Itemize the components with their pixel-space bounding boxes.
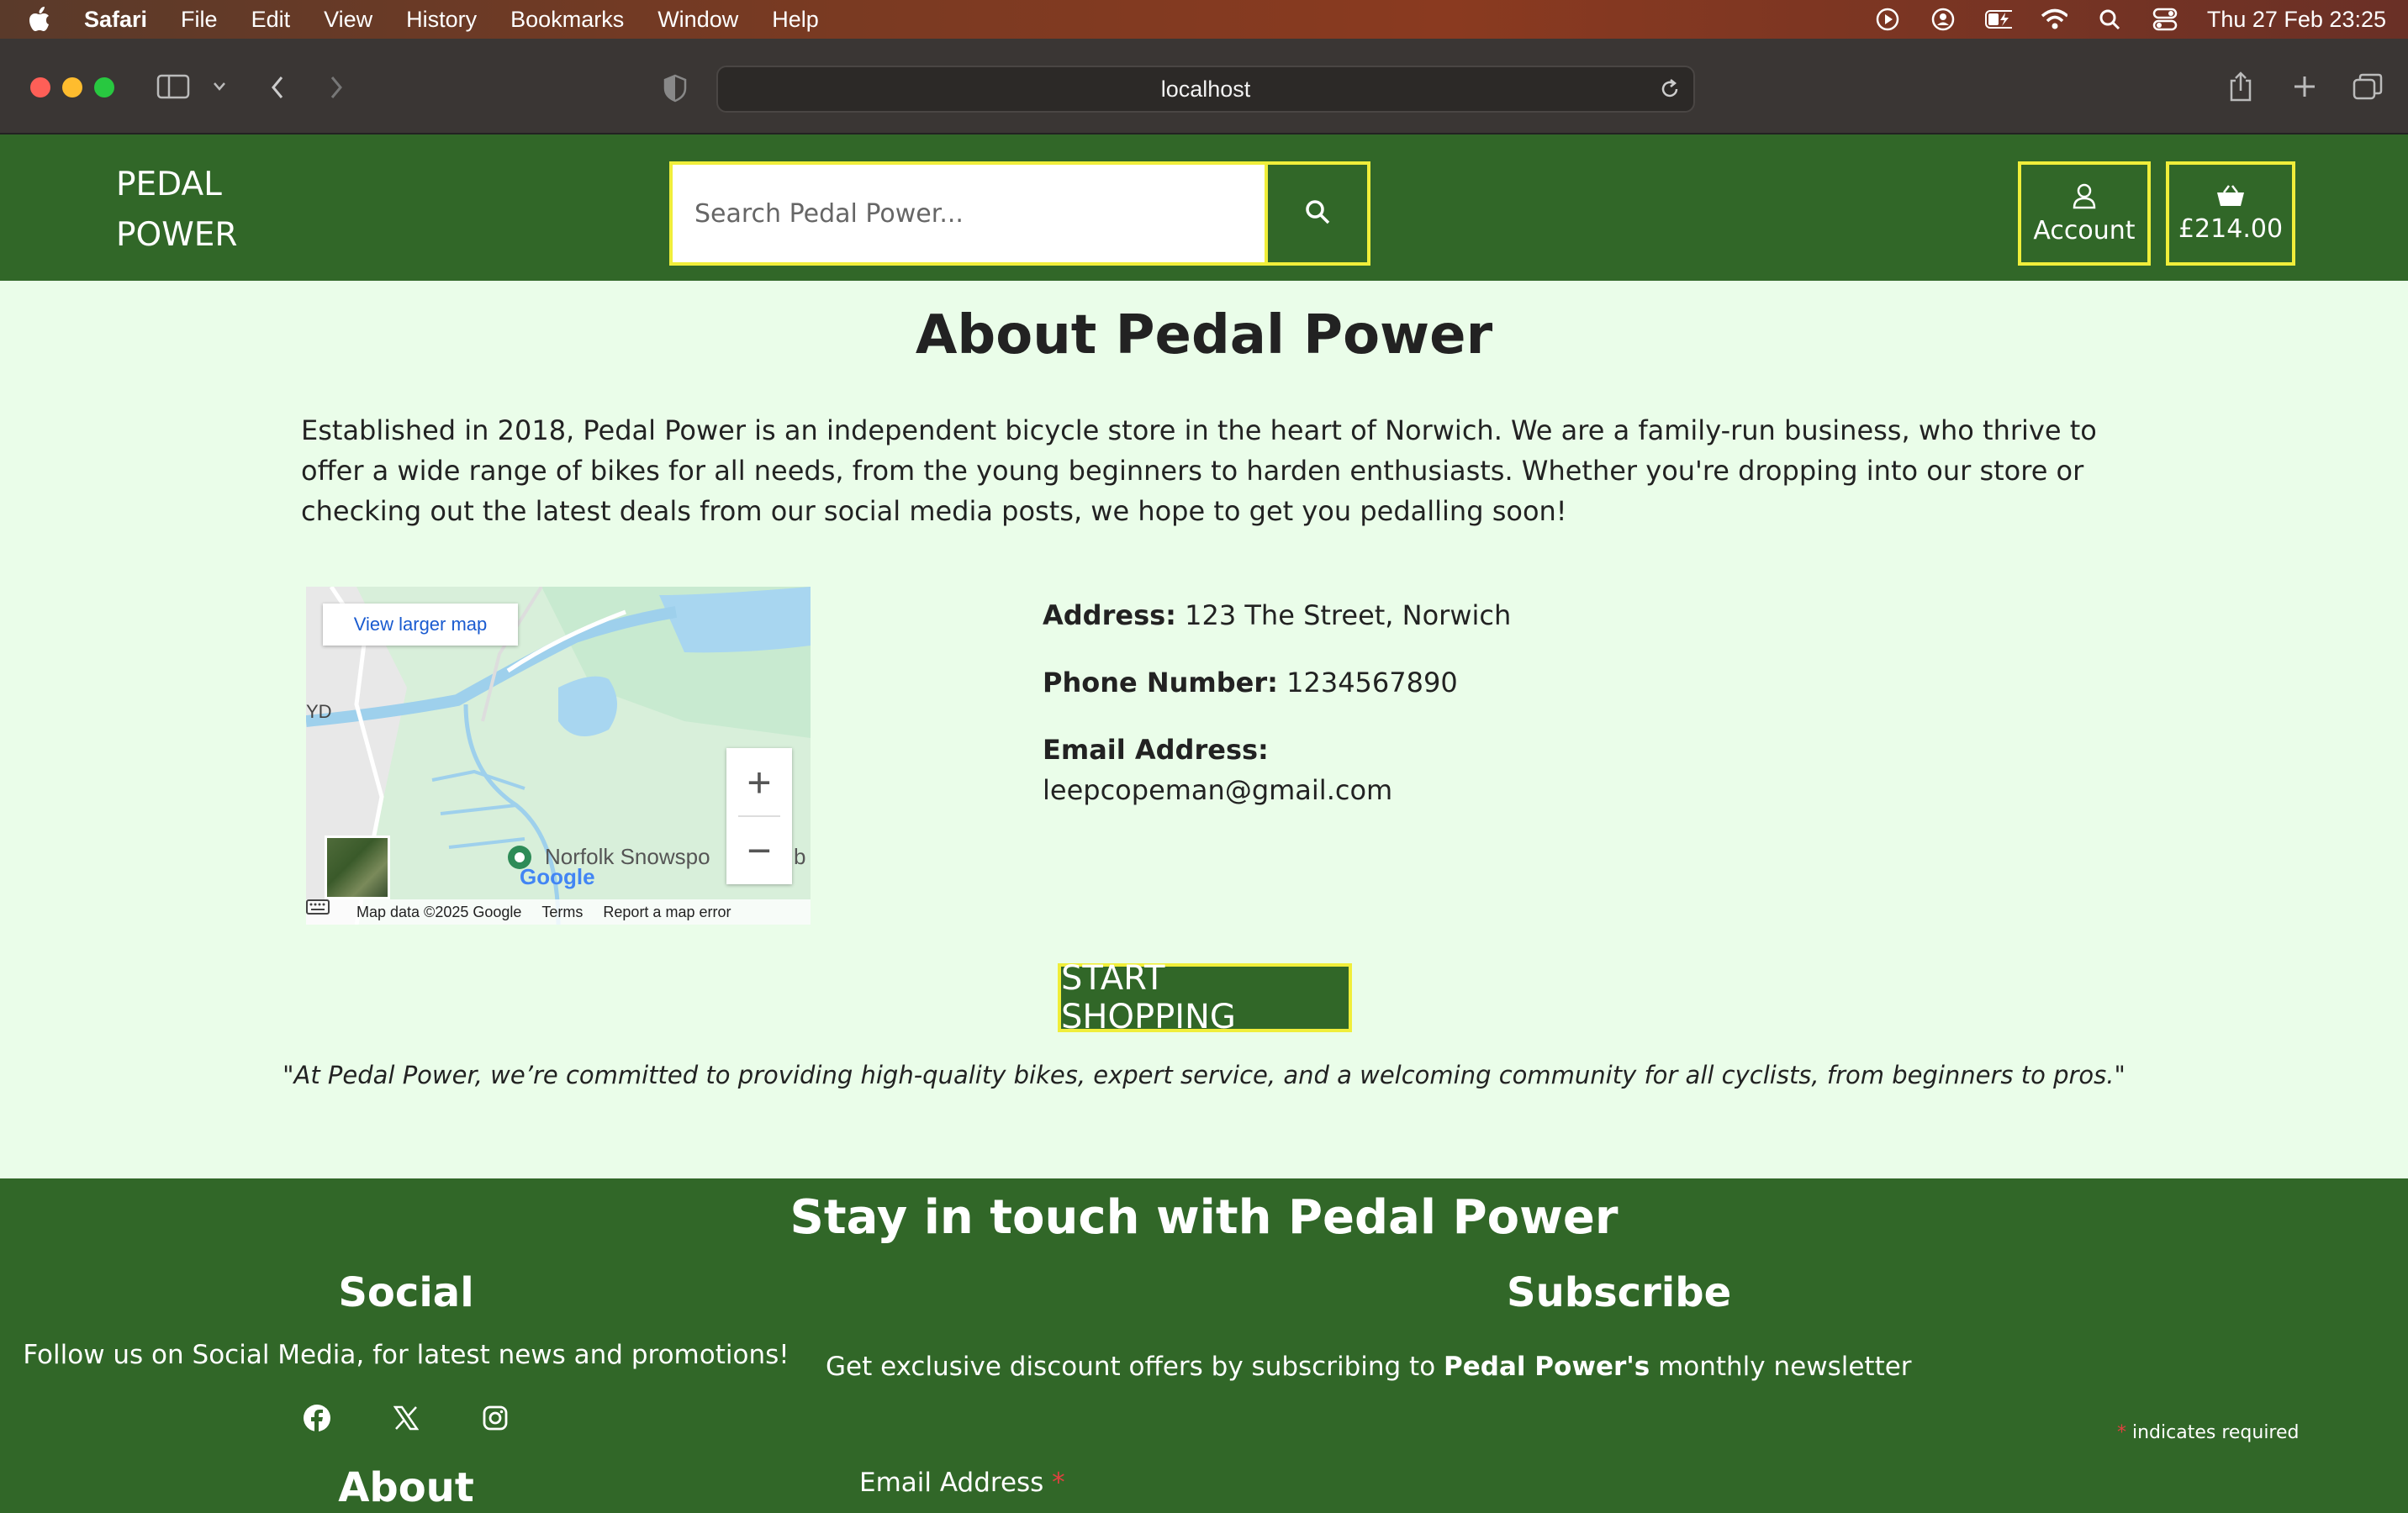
social-text: Follow us on Social Media, for latest ne… [23, 1340, 789, 1370]
menu-app-safari[interactable]: Safari [84, 7, 147, 33]
spotlight-search-icon[interactable] [2096, 6, 2123, 33]
now-playing-icon[interactable] [1874, 6, 1901, 33]
phone-row: Phone Number: 1234567890 [1043, 662, 1631, 703]
search-input[interactable] [669, 161, 1268, 266]
footer-title: Stay in touch with Pedal Power [789, 1190, 1619, 1245]
basket-icon [2215, 184, 2246, 214]
back-button[interactable] [267, 74, 288, 101]
newsletter-email-label-text: Email Address [859, 1468, 1053, 1498]
user-icon [2072, 182, 2097, 216]
menu-bar-clock[interactable]: Thu 27 Feb 23:25 [2207, 7, 2386, 33]
view-larger-map-link[interactable]: View larger map [323, 604, 518, 646]
google-logo: Google [520, 864, 595, 889]
cart-button[interactable]: £214.00 [2166, 161, 2295, 266]
tab-overview-icon[interactable] [2353, 72, 2383, 101]
account-label: Account [2033, 215, 2136, 245]
about-heading: About [338, 1464, 474, 1511]
address-bar[interactable]: localhost [716, 66, 1695, 113]
required-star: * [2117, 1422, 2126, 1443]
address-label: Address: [1043, 599, 1176, 631]
reload-icon[interactable] [1658, 77, 1682, 107]
user-account-icon[interactable] [1930, 6, 1956, 33]
share-icon[interactable] [2228, 71, 2253, 103]
new-tab-icon[interactable] [2292, 74, 2317, 99]
required-note-text: indicates required [2126, 1422, 2300, 1443]
privacy-shield-icon[interactable] [663, 74, 688, 103]
facebook-icon[interactable] [298, 1399, 336, 1437]
newsletter-email-required-star: * [1052, 1468, 1065, 1498]
cart-total: £214.00 [2178, 214, 2284, 244]
menu-bookmarks[interactable]: Bookmarks [510, 7, 624, 33]
main-content: About Pedal Power Established in 2018, P… [0, 281, 2408, 1178]
close-window-button[interactable] [30, 77, 50, 98]
page-title: About Pedal Power [915, 304, 1493, 366]
map-zoom-control: + − [726, 748, 792, 884]
address-row: Address: 123 The Street, Norwich [1043, 595, 1631, 635]
social-icon-list [0, 1399, 812, 1437]
report-map-error-link[interactable]: Report a map error [603, 904, 731, 921]
social-section: Social Follow us on Social Media, for la… [0, 1269, 812, 1437]
embedded-map[interactable]: View larger map YD Norfolk Snowspo b Goo… [306, 587, 811, 925]
start-shopping-button[interactable]: START SHOPPING [1058, 959, 1352, 1036]
apple-menu-icon[interactable] [29, 7, 52, 32]
subscribe-heading: Subscribe [1507, 1269, 1732, 1316]
site-header: PEDAL POWER Account £214.00 [0, 134, 2408, 281]
logo-line-2: POWER [116, 216, 238, 254]
address-bar-url: localhost [1160, 76, 1251, 102]
control-center-icon[interactable] [2152, 6, 2178, 33]
minimize-window-button[interactable] [62, 77, 82, 98]
email-value[interactable]: leepcopeman@gmail.com [1043, 774, 1392, 806]
email-row: Email Address: leepcopeman@gmail.com [1043, 730, 1631, 810]
satellite-layer-toggle[interactable] [325, 836, 390, 899]
phone-label: Phone Number: [1043, 667, 1278, 699]
x-icon[interactable] [387, 1399, 425, 1437]
contact-details: Address: 123 The Street, Norwich Phone N… [1043, 595, 1631, 837]
chevron-down-icon[interactable] [212, 81, 227, 92]
menu-view[interactable]: View [324, 7, 372, 33]
subscribe-text-brand: Pedal Power's [1444, 1352, 1650, 1382]
map-terms-link[interactable]: Terms [541, 904, 583, 921]
sidebar-toggle-icon[interactable] [156, 74, 190, 99]
menu-file[interactable]: File [181, 7, 218, 33]
about-intro: Established in 2018, Pedal Power is an i… [301, 414, 2097, 527]
site-footer: Stay in touch with Pedal Power Social Fo… [0, 1178, 2408, 1513]
forward-button[interactable] [326, 74, 346, 101]
menu-window[interactable]: Window [657, 7, 738, 33]
subscribe-text-suffix: monthly newsletter [1650, 1352, 1912, 1382]
social-heading: Social [338, 1269, 474, 1316]
subscribe-text: Get exclusive discount offers by subscri… [826, 1352, 1912, 1382]
map-place-label-fragment: b [794, 844, 806, 869]
required-note: * indicates required [2117, 1422, 2300, 1443]
zoom-window-button[interactable] [94, 77, 114, 98]
address-value: 123 The Street, Norwich [1185, 599, 1512, 631]
map-data-attribution: Map data ©2025 Google [356, 903, 522, 920]
subscribe-text-prefix: Get exclusive discount offers by subscri… [826, 1352, 1444, 1382]
search-button[interactable] [1268, 161, 1370, 266]
zoom-in-button[interactable]: + [726, 748, 792, 816]
menu-help[interactable]: Help [772, 7, 819, 33]
search-form [669, 161, 1370, 266]
account-button[interactable]: Account [2018, 161, 2151, 266]
wifi-icon[interactable] [2041, 6, 2067, 33]
macos-menu-bar: Safari File Edit View History Bookmarks … [0, 0, 2408, 39]
menu-history[interactable]: History [406, 7, 477, 33]
site-logo[interactable]: PEDAL POWER [116, 160, 238, 261]
phone-value: 1234567890 [1286, 667, 1458, 699]
logo-line-1: PEDAL [116, 166, 222, 203]
newsletter-email-label: Email Address * [859, 1468, 1065, 1498]
email-label: Email Address: [1043, 734, 1269, 766]
zoom-divider [738, 815, 780, 817]
zoom-out-button[interactable]: − [726, 816, 792, 884]
mission-quote: "At Pedal Power, we’re committed to prov… [283, 1061, 2125, 1089]
instagram-icon[interactable] [476, 1399, 515, 1437]
menu-edit[interactable]: Edit [251, 7, 291, 33]
map-attribution-bar: Map data ©2025 Google Terms Report a map… [306, 899, 811, 925]
battery-icon[interactable] [1984, 6, 2012, 33]
map-label-yd: YD [306, 701, 332, 722]
search-icon [1304, 198, 1331, 229]
